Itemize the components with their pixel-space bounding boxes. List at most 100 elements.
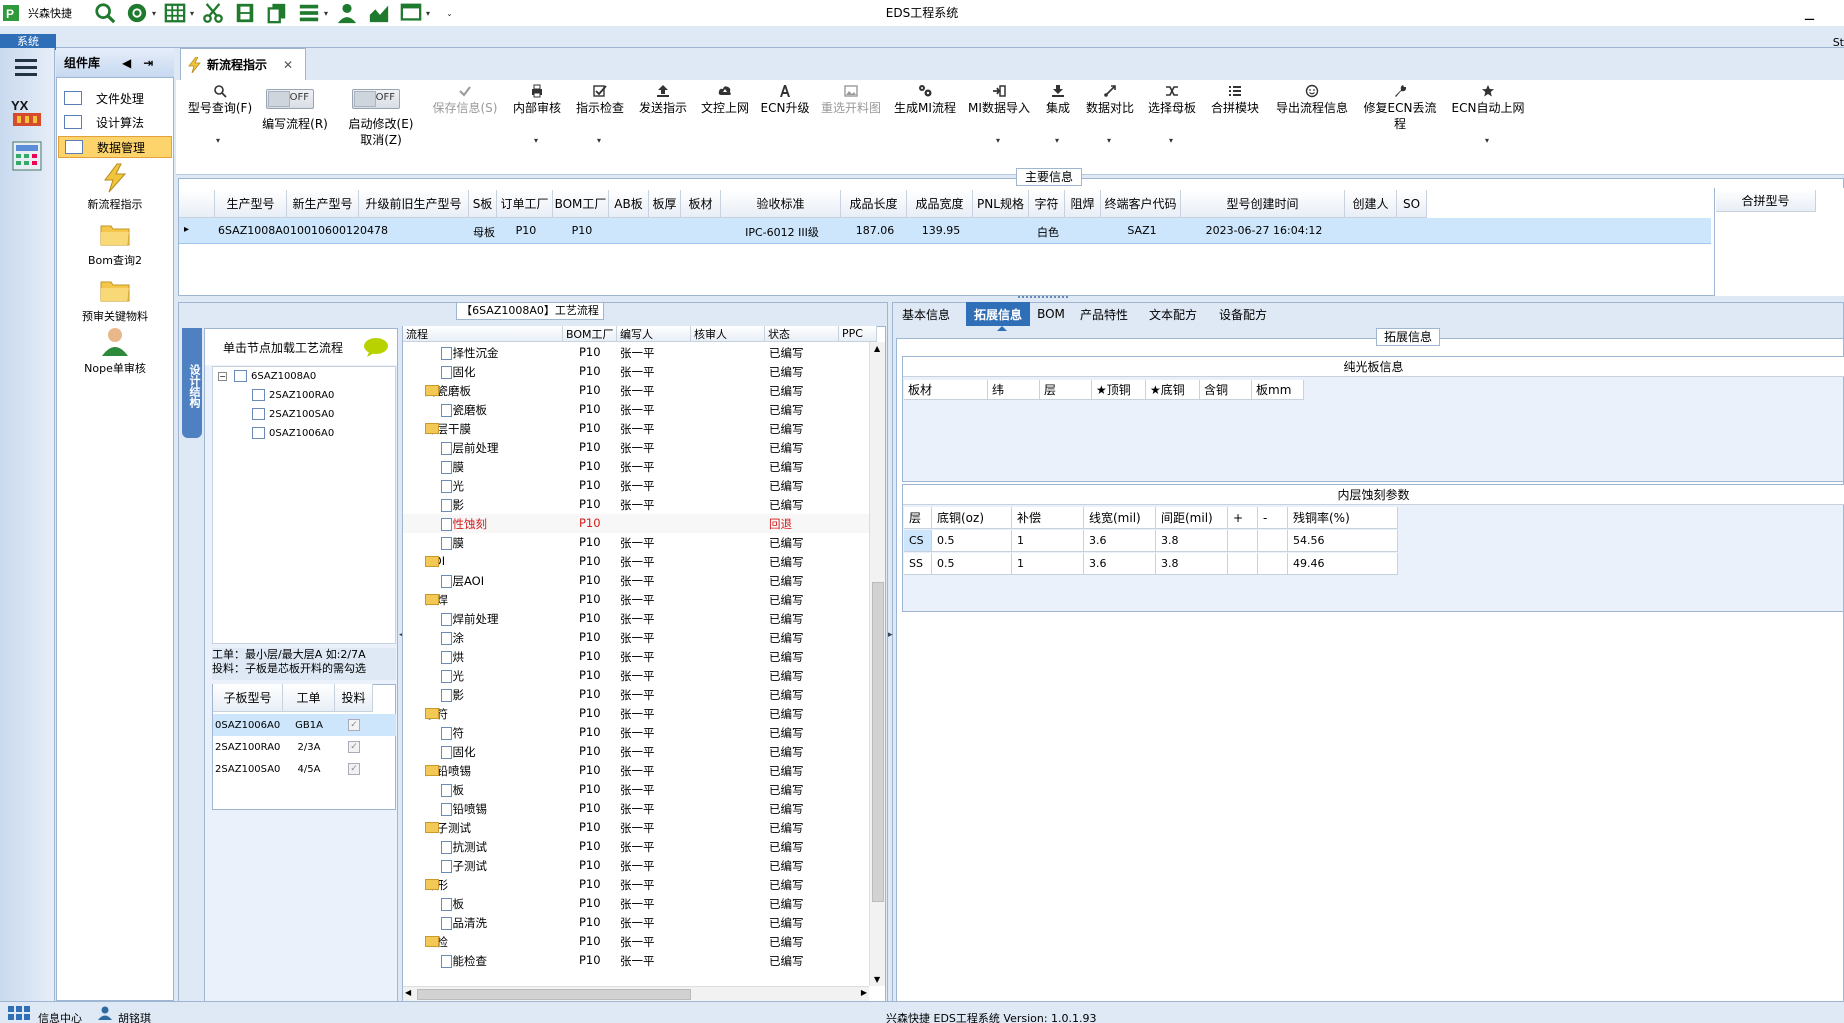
menu-item-design[interactable]: 设计算法 bbox=[58, 111, 172, 133]
table-row[interactable]: −AOI P10 张一平 已编写 bbox=[403, 552, 869, 571]
calculator-icon[interactable] bbox=[11, 140, 43, 172]
cancel-button[interactable]: 取消(Z) bbox=[344, 132, 418, 148]
vertical-scrollbar[interactable]: ▲ ▼ bbox=[869, 342, 885, 986]
collapse-right-icon[interactable]: ▸ bbox=[888, 630, 893, 640]
tab-basic-info[interactable]: 基本信息 bbox=[894, 302, 958, 326]
column-header[interactable]: BOM工厂 bbox=[563, 326, 617, 342]
instruction-check-button[interactable]: 指示检查 bbox=[570, 84, 630, 116]
column-header[interactable]: 成品长度 bbox=[841, 190, 907, 218]
table-row[interactable]: 陶瓷磨板 P10 张一平 已编写 bbox=[403, 400, 869, 419]
table-row[interactable]: −无铅喷锡 P10 张一平 已编写 bbox=[403, 761, 869, 780]
tree-node[interactable]: 2SAZ100RA0 bbox=[252, 389, 334, 401]
table-row[interactable]: 退膜 P10 张一平 已编写 bbox=[403, 533, 869, 552]
tree-node-root[interactable]: − 6SAZ1008A0 bbox=[218, 370, 316, 382]
table-row[interactable]: 曝光 P10 张一平 已编写 bbox=[403, 476, 869, 495]
table-row[interactable]: 终固化 P10 张一平 已编写 bbox=[403, 362, 869, 381]
design-structure-side-tab[interactable]: 设计结构 bbox=[182, 328, 202, 438]
table-row[interactable]: −外层干膜 P10 张一平 已编写 bbox=[403, 419, 869, 438]
minimize-button[interactable]: _ bbox=[1805, 0, 1814, 21]
column-header[interactable]: PNL规格 bbox=[973, 190, 1029, 218]
merge-module-button[interactable]: 合拼模块 bbox=[1206, 84, 1264, 116]
column-header[interactable]: 生产型号 bbox=[215, 190, 287, 218]
table-row[interactable]: 酸性蚀刻 P10 回退 bbox=[403, 514, 869, 533]
write-flow-toggle[interactable]: OFF bbox=[266, 89, 314, 109]
column-header[interactable]: 含铜 bbox=[1200, 380, 1252, 400]
column-header[interactable]: 终端客户代码 bbox=[1101, 190, 1181, 218]
tree-node[interactable]: 0SAZ1006A0 bbox=[252, 427, 334, 439]
column-header[interactable]: 字符 bbox=[1029, 190, 1065, 218]
table-row[interactable]: −终检 P10 张一平 已编写 bbox=[403, 932, 869, 951]
tool-prereview[interactable]: 预审关键物料 bbox=[58, 274, 172, 324]
table-cell[interactable]: 1 bbox=[1012, 553, 1084, 575]
column-header[interactable]: 板材 bbox=[904, 380, 988, 400]
table-row[interactable]: 电子测试 P10 张一平 已编写 bbox=[403, 856, 869, 875]
table-cell[interactable] bbox=[1228, 553, 1258, 575]
table-cell[interactable] bbox=[1258, 530, 1288, 552]
tool-new-flow[interactable]: 新流程指示 bbox=[58, 162, 172, 212]
column-header[interactable]: AB板 bbox=[609, 190, 649, 218]
table-row[interactable]: 终固化 P10 张一平 已编写 bbox=[403, 742, 869, 761]
column-header[interactable]: 工单 bbox=[283, 684, 335, 712]
table-row[interactable]: 预烘 P10 张一平 已编写 bbox=[403, 647, 869, 666]
table-row[interactable]: 贴膜 P10 张一平 已编写 bbox=[403, 457, 869, 476]
chevron-down-icon[interactable]: ▾ bbox=[996, 136, 1000, 145]
tab-product-features[interactable]: 产品特性 bbox=[1074, 302, 1134, 326]
table-row[interactable]: 2SAZ100RA0 2/3A ✓ bbox=[213, 736, 396, 758]
select-mother-board-button[interactable]: 选择母板 bbox=[1144, 84, 1200, 116]
table-row[interactable]: 2SAZ100SA0 4/5A ✓ bbox=[213, 758, 396, 780]
chevron-down-icon[interactable]: ▾ bbox=[216, 136, 220, 145]
table-row[interactable]: 选择性沉金 P10 张一平 已编写 bbox=[403, 343, 869, 362]
column-header[interactable]: 板材 bbox=[681, 190, 721, 218]
tab-bom[interactable]: BOM bbox=[1036, 302, 1066, 326]
table-row[interactable]: 成品清洗 P10 张一平 已编写 bbox=[403, 913, 869, 932]
collapse-icon[interactable]: − bbox=[218, 371, 227, 381]
generate-mi-flow-button[interactable]: 生成MI流程 bbox=[890, 84, 960, 116]
table-row[interactable]: 铣板 P10 张一平 已编写 bbox=[403, 894, 869, 913]
column-header[interactable]: ★顶铜 bbox=[1092, 380, 1146, 400]
column-header[interactable]: 创建人 bbox=[1345, 190, 1397, 218]
column-header[interactable]: 升级前旧生产型号 bbox=[359, 190, 469, 218]
chevron-down-icon[interactable]: ▾ bbox=[534, 136, 538, 145]
table-row[interactable]: −字符 P10 张一平 已编写 bbox=[403, 704, 869, 723]
close-icon[interactable]: ✕ bbox=[283, 58, 293, 72]
tool-nope-review[interactable]: Nope单审核 bbox=[58, 326, 172, 376]
table-row[interactable]: 功能检查 P10 张一平 已编写 bbox=[403, 951, 869, 970]
column-header[interactable]: 残铜率(%) bbox=[1288, 507, 1398, 529]
ecn-upgrade-button[interactable]: ECN升级 bbox=[758, 84, 812, 116]
menu-item-file[interactable]: 文件处理 bbox=[58, 87, 172, 109]
column-header[interactable]: + bbox=[1228, 507, 1258, 529]
column-header[interactable]: 板厚 bbox=[649, 190, 681, 218]
reselect-cut-drawing-button[interactable]: 重选开料图 bbox=[818, 84, 884, 116]
pin-icon[interactable]: ⇥ bbox=[143, 56, 153, 70]
table-cell[interactable]: 54.56 bbox=[1288, 530, 1398, 552]
table-row[interactable]: 外层AOI P10 张一平 已编写 bbox=[403, 571, 869, 590]
column-header[interactable]: ★底铜 bbox=[1146, 380, 1200, 400]
table-cell[interactable]: 3.8 bbox=[1156, 553, 1228, 575]
doc-control-online-button[interactable]: 文控上网 bbox=[696, 84, 754, 116]
column-header[interactable]: 子板型号 bbox=[213, 684, 283, 712]
table-cell[interactable]: CS bbox=[904, 530, 932, 552]
column-header[interactable]: 层 bbox=[904, 507, 932, 529]
column-header[interactable]: 成品宽度 bbox=[907, 190, 973, 218]
export-flow-info-button[interactable]: 导出流程信息 bbox=[1270, 84, 1354, 116]
table-cell[interactable]: 3.6 bbox=[1084, 530, 1156, 552]
column-header[interactable]: 线宽(mil) bbox=[1084, 507, 1156, 529]
table-cell[interactable]: 0.5 bbox=[932, 553, 1012, 575]
column-header[interactable]: 板mm bbox=[1252, 380, 1304, 400]
ecn-auto-online-button[interactable]: ECN自动上网 bbox=[1446, 84, 1530, 116]
column-header[interactable]: 阻焊 bbox=[1065, 190, 1101, 218]
table-row[interactable]: −陶瓷磨板 P10 张一平 已编写 bbox=[403, 381, 869, 400]
menu-item-data[interactable]: 数据管理 bbox=[58, 136, 172, 158]
column-header[interactable]: BOM工厂 bbox=[553, 190, 609, 218]
yx-app-icon[interactable]: YX bbox=[9, 96, 45, 128]
info-center-label[interactable]: 信息中心 bbox=[38, 1010, 82, 1023]
table-row[interactable]: 曝光 P10 张一平 已编写 bbox=[403, 666, 869, 685]
table-row[interactable]: −阻焊 P10 张一平 已编写 bbox=[403, 590, 869, 609]
table-cell[interactable]: 49.46 bbox=[1288, 553, 1398, 575]
chevron-down-icon[interactable]: ▾ bbox=[1055, 136, 1059, 145]
table-cell[interactable]: 3.8 bbox=[1156, 530, 1228, 552]
table-row[interactable]: 显影 P10 张一平 已编写 bbox=[403, 495, 869, 514]
column-header[interactable]: 投料 bbox=[335, 684, 373, 712]
grid-view-icon[interactable] bbox=[8, 1006, 30, 1023]
chevron-down-icon[interactable]: ▾ bbox=[1485, 136, 1489, 145]
